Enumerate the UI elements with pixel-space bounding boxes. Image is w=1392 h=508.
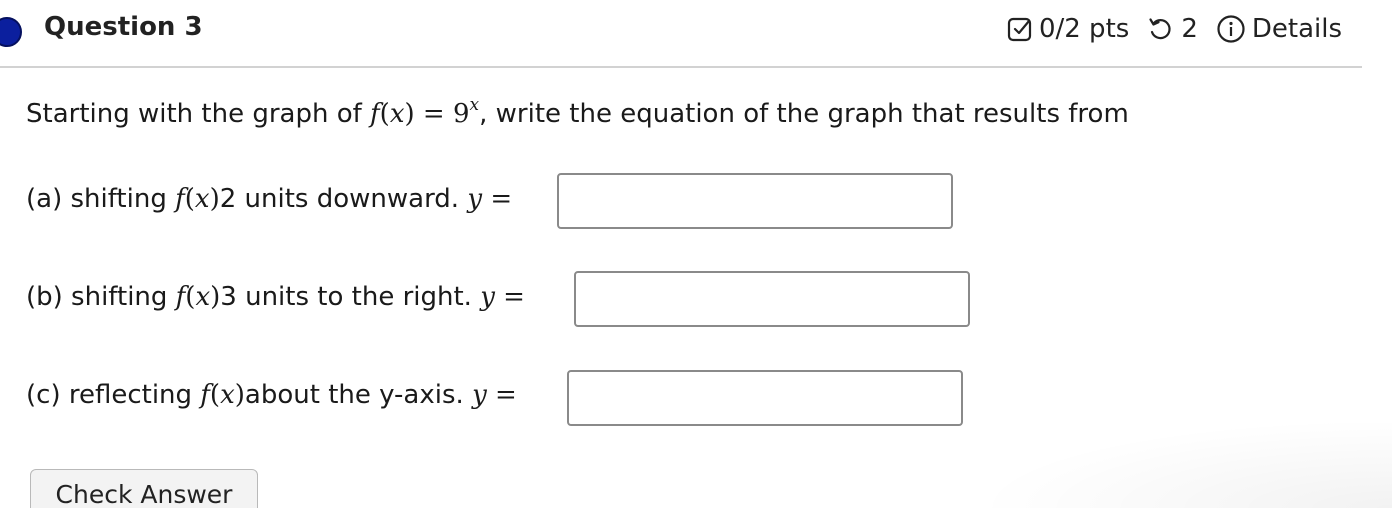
retry-icon — [1147, 16, 1175, 42]
function-lparen: ( — [379, 99, 390, 129]
details-button[interactable]: Details — [1216, 14, 1342, 44]
part-b-x: x — [195, 282, 211, 312]
part-a-x: x — [194, 184, 210, 214]
part-b-f: f — [175, 282, 186, 312]
answer-a-input[interactable] — [559, 175, 951, 227]
part-a-y: y — [467, 184, 483, 214]
answer-b-box — [574, 271, 970, 327]
part-a-f: f — [175, 184, 185, 214]
part-a-rparen: ) — [209, 184, 220, 214]
part-b-eq: = — [503, 282, 525, 312]
function-rparen: ) — [404, 99, 415, 129]
part-b-y: y — [480, 282, 495, 312]
details-label: Details — [1251, 14, 1342, 44]
function-exponent: x — [469, 95, 480, 115]
part-c-lparen: ( — [209, 380, 221, 410]
question-title: Question 3 — [44, 12, 203, 42]
function-name: f — [370, 99, 380, 129]
function-base: 9 — [452, 99, 470, 129]
part-a-label: (a) shifting — [26, 184, 167, 214]
answer-c-input[interactable] — [569, 372, 961, 424]
part-c: (c) reflecting f(x) about the y-axis. y … — [26, 380, 517, 410]
part-b-label: (b) shifting — [26, 282, 168, 312]
part-a-text: 2 units downward. — [219, 184, 460, 214]
answer-b-input[interactable] — [576, 273, 968, 325]
question-status-dot-icon — [0, 17, 22, 47]
part-c-f: f — [200, 380, 210, 410]
function-equals: = — [422, 99, 445, 129]
part-c-label: (c) reflecting — [26, 380, 193, 410]
part-b-lparen: ( — [185, 282, 196, 312]
part-b-rparen: ) — [210, 282, 221, 312]
question-page: Question 3 0/2 pts 2 Details Starting wi… — [0, 0, 1392, 508]
part-c-eq: = — [495, 380, 517, 410]
part-c-rparen: ) — [234, 380, 245, 410]
part-a: (a) shifting f(x) 2 units downward. y = — [26, 184, 512, 214]
points-display: 0/2 pts — [1007, 14, 1129, 44]
check-answer-button[interactable]: Check Answer — [30, 469, 258, 508]
prompt-suffix: , write the equation of the graph that r… — [479, 99, 1129, 129]
function-variable: x — [389, 99, 405, 129]
part-a-lparen: ( — [184, 184, 195, 214]
question-prompt: Starting with the graph of f(x) = 9x, wr… — [26, 97, 1129, 130]
answer-c-box — [567, 370, 963, 426]
part-a-eq: = — [490, 184, 513, 214]
part-c-x: x — [220, 380, 235, 410]
attempts-display: 2 — [1147, 14, 1198, 44]
header-divider — [0, 66, 1362, 68]
part-b-text: 3 units to the right. — [220, 282, 472, 312]
corner-shadow — [972, 418, 1392, 508]
question-header-meta: 0/2 pts 2 Details — [1007, 14, 1342, 44]
checkbox-icon — [1007, 16, 1033, 42]
part-c-y: y — [472, 380, 487, 410]
points-text: 0/2 pts — [1038, 14, 1130, 44]
answer-a-box — [557, 173, 953, 229]
info-icon — [1216, 14, 1246, 44]
prompt-prefix: Starting with the graph of — [26, 99, 362, 129]
part-c-text: about the y-axis. — [244, 380, 464, 410]
attempts-count: 2 — [1181, 14, 1198, 44]
part-b: (b) shifting f(x) 3 units to the right. … — [26, 282, 525, 312]
